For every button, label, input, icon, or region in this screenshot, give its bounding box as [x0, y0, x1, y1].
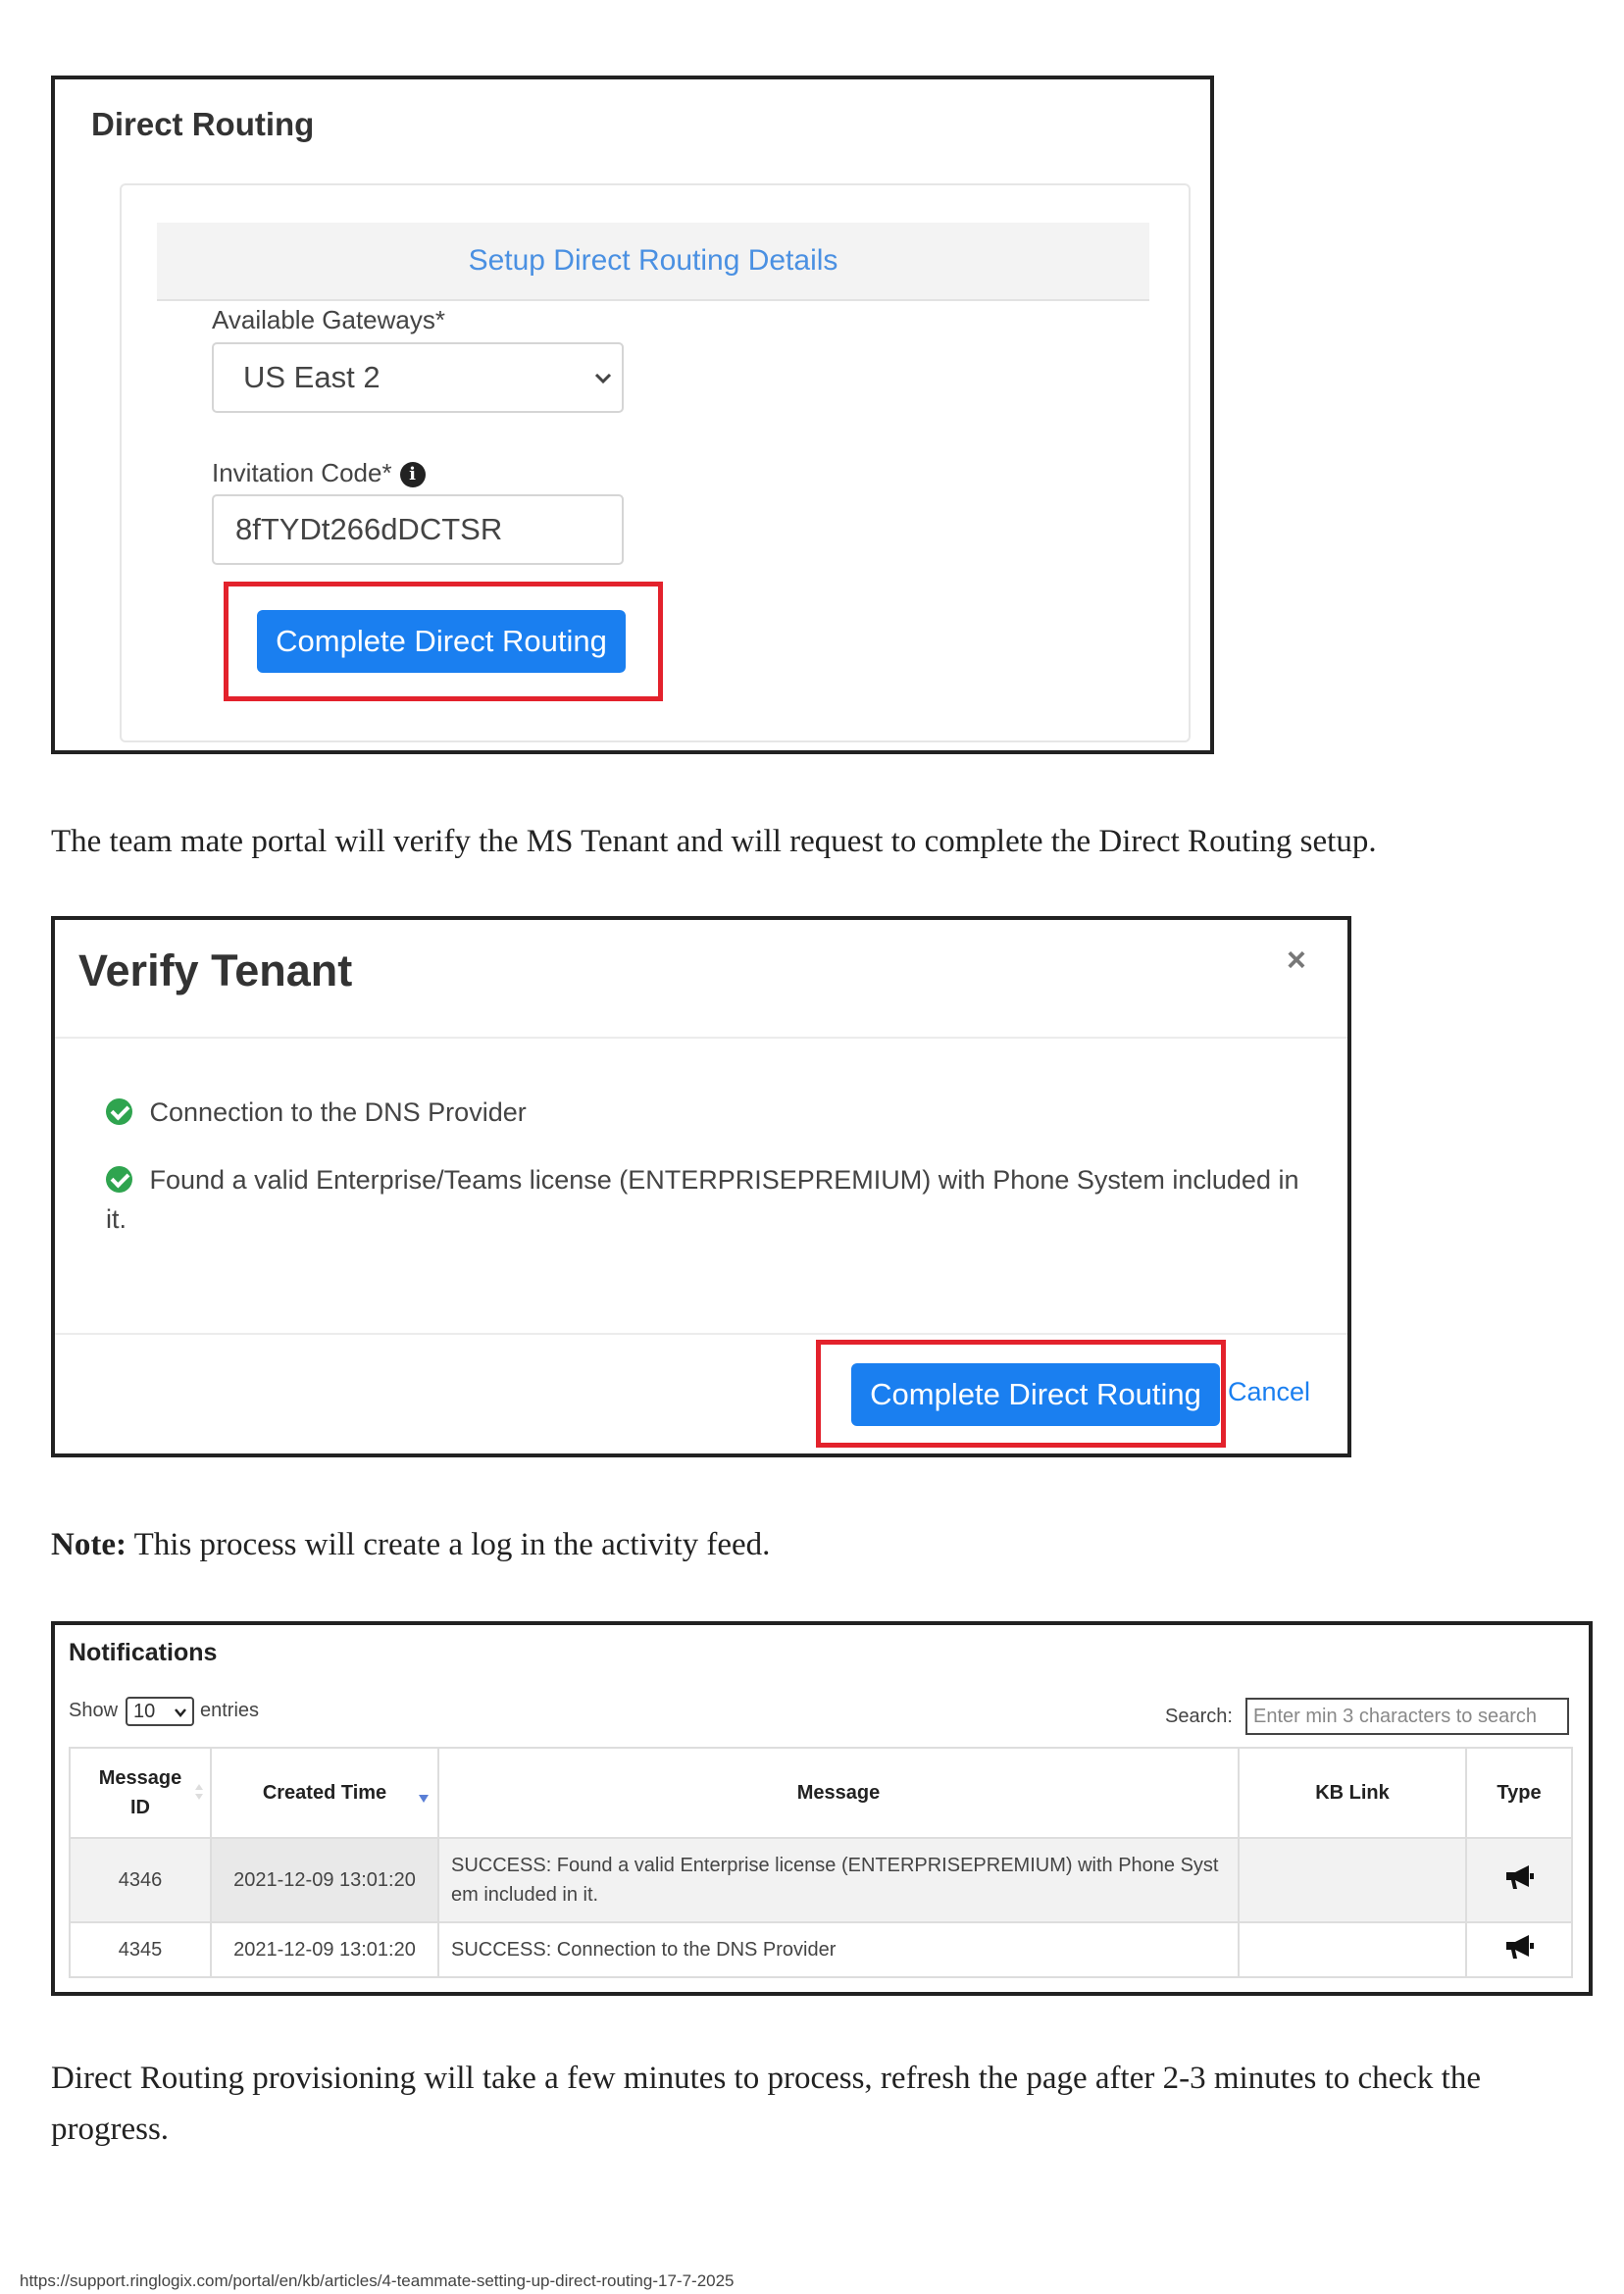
close-icon[interactable]: ×: [1287, 942, 1306, 980]
search-placeholder: Enter min 3 characters to search: [1253, 1705, 1538, 1727]
cell-type: [1465, 1921, 1573, 1978]
cell-message: SUCCESS: Found a valid Enterprise licens…: [437, 1837, 1240, 1923]
table-row: 4345 2021-12-09 13:01:20 SUCCESS: Connec…: [69, 1921, 1573, 1978]
notifications-title: Notifications: [69, 1639, 218, 1666]
invitation-code-input[interactable]: 8fTYDt266dDCTSR: [212, 494, 624, 565]
note-paragraph: Note: This process will create a log in …: [51, 1519, 770, 1570]
chevron-down-icon: [175, 1708, 186, 1717]
column-header-type[interactable]: Type: [1465, 1747, 1573, 1839]
cell-type: [1465, 1837, 1573, 1923]
table-row: 4346 2021-12-09 13:01:20 SUCCESS: Found …: [69, 1837, 1573, 1923]
gateway-select[interactable]: US East 2: [212, 342, 624, 413]
cancel-link[interactable]: Cancel: [1228, 1377, 1310, 1407]
modal-header-divider: [55, 1037, 1347, 1039]
modal-footer-divider: [55, 1333, 1347, 1335]
chevron-down-icon: [594, 373, 612, 384]
check-item-dns: Connection to the DNS Provider: [106, 1093, 1322, 1132]
cell-created-time: 2021-12-09 13:01:20: [210, 1921, 439, 1978]
footer-url: https://support.ringlogix.com/portal/en/…: [20, 2271, 735, 2290]
invitation-code-value: 8fTYDt266dDCTSR: [235, 512, 503, 546]
note-text: This process will create a log in the ac…: [126, 1527, 771, 1562]
paragraph-provisioning: Direct Routing provisioning will take a …: [51, 2061, 1481, 2147]
megaphone-icon: [1506, 1865, 1534, 1889]
complete-direct-routing-button[interactable]: Complete Direct Routing: [257, 610, 626, 673]
search-input[interactable]: Enter min 3 characters to search: [1245, 1698, 1569, 1735]
notifications-table: Message ID Created Time Message KB Link …: [69, 1747, 1573, 1978]
check-item-dns-text: Connection to the DNS Provider: [149, 1097, 527, 1127]
column-header-created-time[interactable]: Created Time: [210, 1747, 439, 1839]
sort-icon: [195, 1784, 203, 1800]
check-circle-icon: [106, 1098, 132, 1125]
invitation-label-row: Invitation Code* i: [212, 458, 426, 488]
info-icon[interactable]: i: [399, 462, 426, 487]
cell-message: SUCCESS: Connection to the DNS Provider: [437, 1921, 1240, 1978]
column-header-message-id[interactable]: Message ID: [69, 1747, 212, 1839]
cell-kb-link: [1238, 1837, 1467, 1923]
page-size-select[interactable]: 10: [126, 1697, 194, 1726]
column-header-kb-link[interactable]: KB Link: [1238, 1747, 1467, 1839]
invitation-label: Invitation Code*: [212, 458, 392, 487]
complete-direct-routing-button[interactable]: Complete Direct Routing: [851, 1363, 1220, 1426]
search-label: Search:: [1165, 1706, 1233, 1727]
setup-card-header: Setup Direct Routing Details: [157, 223, 1149, 301]
verify-tenant-modal: Verify Tenant × Connection to the DNS Pr…: [51, 916, 1351, 1457]
gateway-value: US East 2: [243, 360, 381, 394]
column-header-message[interactable]: Message: [437, 1747, 1240, 1839]
note-label: Note:: [51, 1527, 127, 1562]
sort-desc-icon: [419, 1795, 429, 1803]
table-header-row: Message ID Created Time Message KB Link …: [69, 1747, 1573, 1839]
page-size-value: 10: [133, 1700, 156, 1722]
entries-label: entries: [200, 1700, 260, 1721]
modal-title: Verify Tenant: [78, 945, 353, 995]
cell-message-id: 4345: [69, 1921, 212, 1978]
direct-routing-panel: Direct Routing Setup Direct Routing Deta…: [51, 76, 1214, 754]
cell-created-time: 2021-12-09 13:01:20: [210, 1837, 439, 1923]
cell-message-id: 4346: [69, 1837, 212, 1923]
megaphone-icon: [1506, 1935, 1534, 1959]
setup-card-title: Setup Direct Routing Details: [468, 244, 838, 277]
check-circle-icon: [106, 1166, 132, 1193]
show-label: Show: [69, 1700, 119, 1721]
cell-kb-link: [1238, 1921, 1467, 1978]
check-item-license: Found a valid Enterprise/Teams license (…: [106, 1160, 1322, 1239]
gateways-label: Available Gateways*: [212, 305, 445, 334]
paragraph-verify: The team mate portal will verify the MS …: [51, 824, 1377, 859]
check-item-license-text: Found a valid Enterprise/Teams license (…: [106, 1165, 1299, 1234]
notifications-panel: Notifications Show 10 entries Search: En…: [51, 1621, 1593, 1996]
panel-title: Direct Routing: [91, 106, 315, 142]
